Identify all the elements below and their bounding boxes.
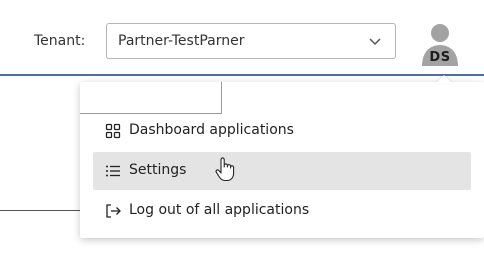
- menu-item-log-out-all[interactable]: Log out of all applications: [93, 192, 471, 230]
- user-menu-dropdown: Dashboard applications Settings Log out …: [80, 82, 484, 238]
- chevron-down-icon: [369, 38, 381, 46]
- menu-item-label: Settings: [129, 162, 187, 178]
- menu-item-label: Log out of all applications: [129, 202, 310, 218]
- tenant-label: Tenant:: [34, 33, 86, 49]
- hand-cursor-icon: [215, 157, 235, 182]
- menu-item-settings[interactable]: Settings: [93, 152, 471, 190]
- tenant-select-value: Partner-TestParner: [118, 33, 245, 49]
- logout-icon: [106, 204, 121, 218]
- avatar[interactable]: DS: [418, 20, 462, 68]
- grid-icon: [105, 123, 121, 139]
- avatar-initials: DS: [429, 50, 451, 65]
- background-line: [0, 210, 80, 211]
- menu-item-dashboard-applications[interactable]: Dashboard applications: [93, 112, 471, 150]
- menu-header-box: [80, 82, 222, 114]
- header-divider: [0, 74, 484, 76]
- dropdown-caret: [435, 75, 453, 84]
- tenant-select[interactable]: Partner-TestParner: [106, 23, 396, 59]
- list-icon: [106, 165, 120, 177]
- menu-item-label: Dashboard applications: [129, 122, 294, 138]
- top-bar: Tenant: Partner-TestParner DS: [0, 0, 484, 76]
